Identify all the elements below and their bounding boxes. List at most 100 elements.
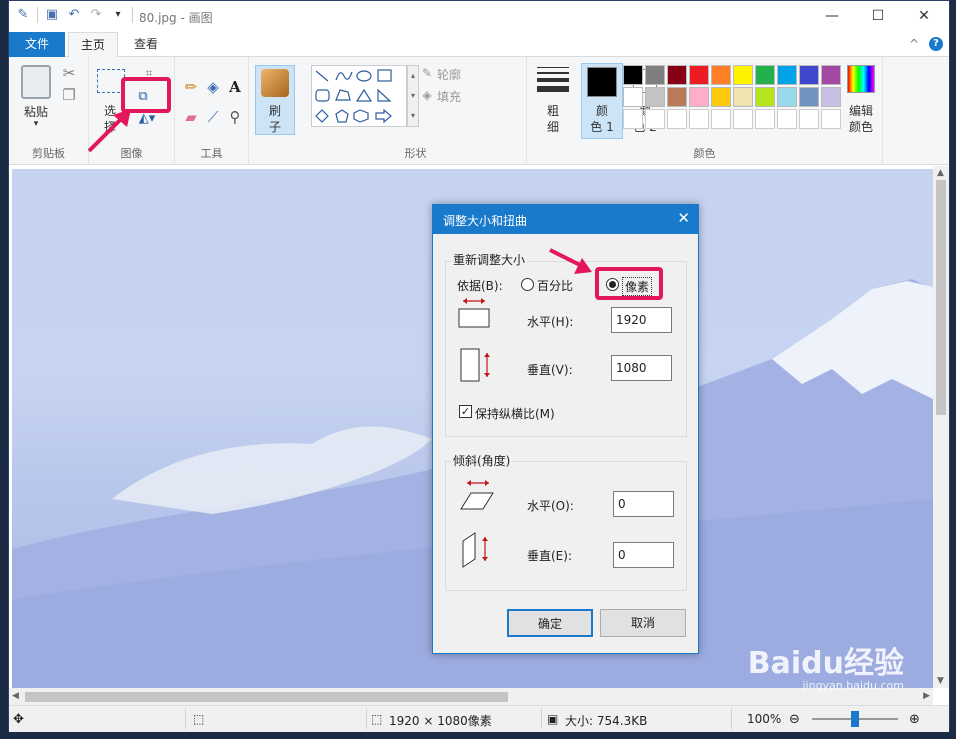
edit-colors-label-top[interactable]: 编辑: [841, 102, 881, 119]
resize-group-label: 重新调整大小: [451, 251, 528, 268]
outline-label[interactable]: 轮廓: [437, 66, 461, 83]
palette-swatch[interactable]: [777, 87, 797, 107]
close-button[interactable]: ✕: [901, 1, 947, 31]
palette-swatch[interactable]: [755, 87, 775, 107]
size-icon[interactable]: [537, 67, 569, 93]
palette-swatch[interactable]: [821, 87, 841, 107]
size-label-top[interactable]: 粗: [533, 102, 573, 119]
edit-colors-label-bottom[interactable]: 颜色: [841, 118, 881, 135]
scroll-right-icon[interactable]: ▶: [923, 691, 930, 701]
zoom-in-icon[interactable]: ⊕: [909, 712, 920, 727]
eraser-icon[interactable]: ▰: [181, 107, 201, 127]
dialog-close-icon[interactable]: ✕: [677, 209, 690, 227]
outline-icon[interactable]: ✎: [417, 63, 437, 83]
vertical-scroll-thumb[interactable]: [936, 180, 946, 415]
magnifier-icon[interactable]: ⚲: [225, 107, 245, 127]
collapse-ribbon-icon[interactable]: ^: [909, 37, 919, 51]
percent-radio[interactable]: [521, 278, 534, 291]
palette-swatch[interactable]: [821, 65, 841, 85]
palette-swatch[interactable]: [623, 87, 643, 107]
edit-colors-icon[interactable]: [847, 65, 875, 93]
paste-button-label[interactable]: 粘贴: [19, 103, 53, 120]
ribbon-tabs: 文件 主页 查看 ^ ?: [9, 32, 949, 58]
palette-swatch[interactable]: [689, 65, 709, 85]
palette-swatch[interactable]: [689, 109, 709, 129]
palette-swatch[interactable]: [623, 109, 643, 129]
palette-swatch[interactable]: [733, 109, 753, 129]
vertical-input[interactable]: 1080: [611, 355, 672, 381]
palette-swatch[interactable]: [755, 65, 775, 85]
keep-ratio-checkbox[interactable]: ✓: [459, 405, 472, 418]
palette-swatch[interactable]: [755, 109, 775, 129]
watermark-brand: Baidu经验: [747, 646, 904, 681]
palette-swatch[interactable]: [711, 87, 731, 107]
palette-swatch[interactable]: [667, 65, 687, 85]
palette-swatch[interactable]: [733, 65, 753, 85]
cancel-button[interactable]: 取消: [600, 609, 686, 637]
paint-app-icon[interactable]: ✎: [15, 7, 31, 23]
palette-swatch[interactable]: [645, 109, 665, 129]
keep-ratio-label[interactable]: 保持纵横比(M): [475, 405, 555, 422]
shapes-group: ▴ ▾ ▾ ✎ 轮廓 ◈ 填充 形状: [305, 57, 527, 165]
skew-vertical-input[interactable]: 0: [613, 542, 674, 568]
scroll-down-icon[interactable]: ▼: [937, 676, 944, 686]
maximize-button[interactable]: ☐: [855, 1, 901, 31]
palette-swatch[interactable]: [623, 65, 643, 85]
dialog-title-bar: 调整大小和扭曲 ✕: [433, 205, 698, 234]
palette-swatch[interactable]: [799, 65, 819, 85]
quick-access-toolbar: ✎ ▣ ↶ ↷ ▾: [15, 7, 133, 23]
horizontal-scroll-thumb[interactable]: [25, 692, 508, 702]
vertical-scrollbar[interactable]: ▲ ▼: [933, 166, 949, 688]
palette-swatch[interactable]: [777, 65, 797, 85]
image-dimensions: 1920 × 1080像素: [389, 714, 492, 728]
dialog-title: 调整大小和扭曲: [443, 214, 528, 228]
help-icon[interactable]: ?: [929, 37, 943, 51]
palette-swatch[interactable]: [689, 87, 709, 107]
size-label-bottom[interactable]: 细: [533, 118, 573, 135]
color-picker-icon[interactable]: ⟋: [203, 107, 223, 127]
paste-icon[interactable]: [21, 65, 51, 99]
horizontal-resize-icon: [458, 298, 490, 328]
scroll-up-icon[interactable]: ▲: [937, 168, 944, 178]
zoom-out-icon[interactable]: ⊖: [789, 712, 800, 727]
tab-file[interactable]: 文件: [9, 32, 65, 57]
redo-icon[interactable]: ↷: [88, 7, 104, 23]
ok-button[interactable]: 确定: [507, 609, 593, 637]
save-icon[interactable]: ▣: [44, 7, 60, 23]
minimize-button[interactable]: —: [809, 1, 855, 31]
palette-swatch[interactable]: [711, 65, 731, 85]
text-tool-icon[interactable]: A: [225, 77, 245, 97]
tab-view[interactable]: 查看: [121, 32, 171, 57]
tab-home[interactable]: 主页: [68, 32, 118, 58]
percent-label[interactable]: 百分比: [537, 277, 573, 294]
palette-swatch[interactable]: [711, 109, 731, 129]
palette-swatch[interactable]: [733, 87, 753, 107]
file-size: 大小: 754.3KB: [565, 714, 648, 728]
undo-icon[interactable]: ↶: [66, 7, 82, 23]
palette-swatch[interactable]: [667, 87, 687, 107]
pencil-icon[interactable]: ✏: [181, 77, 201, 97]
zoom-level: 100%: [747, 712, 782, 726]
copy-icon[interactable]: ❐: [59, 85, 79, 105]
skew-horizontal-input[interactable]: 0: [613, 491, 674, 517]
palette-swatch[interactable]: [777, 109, 797, 129]
scroll-left-icon[interactable]: ◀: [12, 691, 19, 701]
zoom-slider-thumb[interactable]: [851, 711, 859, 727]
palette-swatch[interactable]: [645, 65, 665, 85]
shapes-gallery-icons: [315, 69, 392, 124]
brush-group: 刷 子: [249, 57, 305, 165]
fill-bucket-icon[interactable]: ◈: [203, 77, 223, 97]
palette-swatch[interactable]: [821, 109, 841, 129]
cut-icon[interactable]: ✂: [59, 63, 79, 83]
palette-swatch[interactable]: [799, 87, 819, 107]
paste-dropdown-icon[interactable]: ▾: [19, 119, 53, 129]
palette-swatch[interactable]: [667, 109, 687, 129]
palette-swatch[interactable]: [799, 109, 819, 129]
customize-qat-icon[interactable]: ▾: [110, 7, 126, 23]
fill-label[interactable]: 填充: [437, 88, 461, 105]
horizontal-input[interactable]: 1920: [611, 307, 672, 333]
shapes-gallery[interactable]: [311, 65, 407, 127]
palette-swatch[interactable]: [645, 87, 665, 107]
fill-icon[interactable]: ◈: [417, 85, 437, 105]
brush-icon: [261, 69, 289, 97]
